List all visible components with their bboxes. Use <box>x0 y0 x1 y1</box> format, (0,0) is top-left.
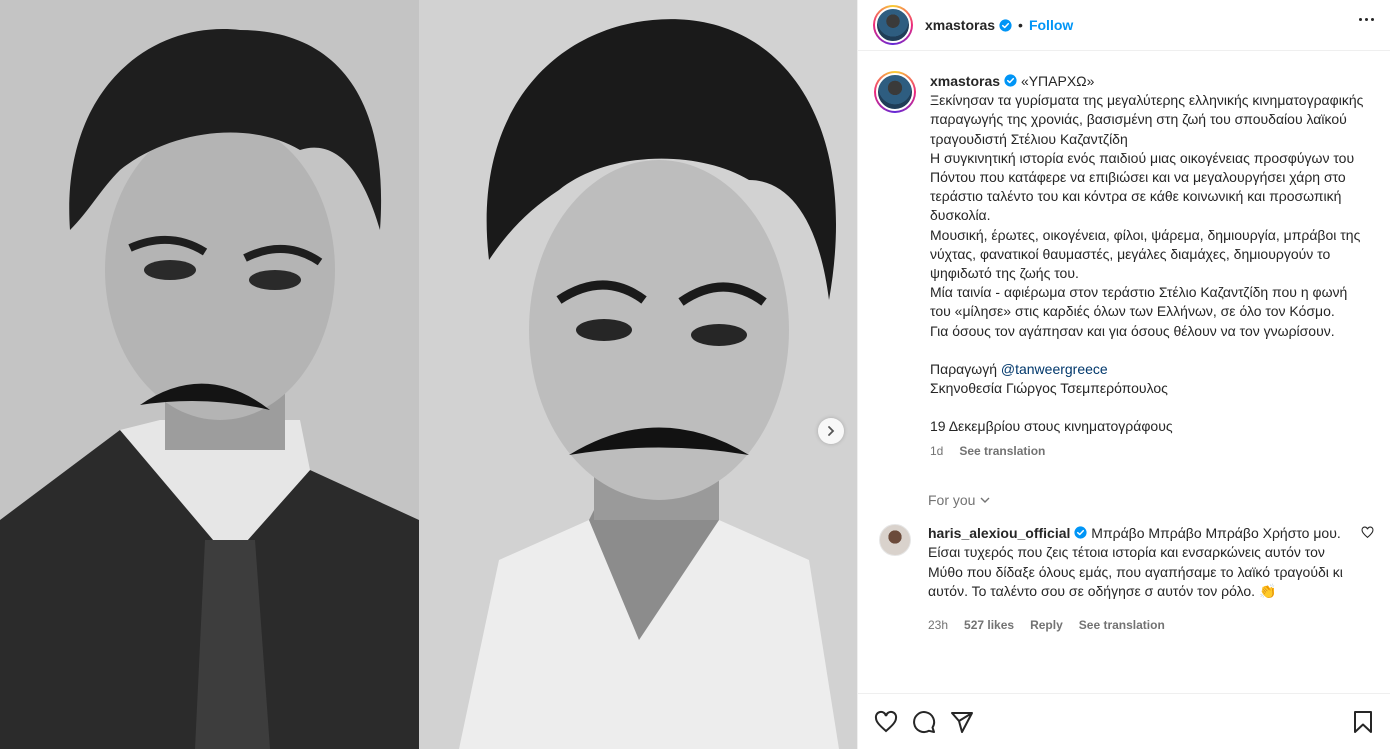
save-button[interactable] <box>1352 710 1374 739</box>
comment-item: haris_alexiou_official Μπράβο Μπράβο Μπρ… <box>874 523 1374 636</box>
caption-paragraph: Μουσική, έρωτες, οικογένεια, φίλοι, ψάρε… <box>930 226 1361 282</box>
comment-time: 23h <box>928 617 949 632</box>
clapping-emoji: 👏 <box>1258 583 1277 600</box>
direction-line: Σκηνοθεσία Γιώργος Τσεμπερόπουλος <box>930 380 1168 397</box>
caption-username[interactable]: xmastoras <box>930 73 1000 89</box>
comment-icon <box>913 710 936 733</box>
post-action-bar <box>858 693 1390 749</box>
caption-avatar[interactable] <box>874 71 916 113</box>
actor-portrait-photo <box>419 0 857 749</box>
post-side-panel: xmastoras • Follow xmastoras «ΥΠΑΡΧΩ» Ξε… <box>857 0 1390 749</box>
production-mention-link[interactable]: @tanweergreece <box>1001 361 1108 377</box>
comment-reply-button[interactable]: Reply <box>1030 616 1063 636</box>
author-avatar[interactable] <box>873 5 913 45</box>
next-arrow-icon <box>828 426 835 436</box>
caption-paragraph: Για όσους τον αγάπησαν και για όσους θέλ… <box>930 322 1335 339</box>
comment-see-translation-button[interactable]: See translation <box>1079 616 1165 636</box>
next-slide-button[interactable] <box>818 418 844 444</box>
follow-button[interactable]: Follow <box>1029 17 1073 33</box>
comment-like-button[interactable] <box>1361 526 1374 544</box>
heart-icon <box>874 710 898 732</box>
caption-see-translation-button[interactable]: See translation <box>959 442 1045 461</box>
comment-likes-button[interactable]: 527 likes <box>964 616 1014 636</box>
like-button[interactable] <box>874 710 898 734</box>
comment-button[interactable] <box>912 710 936 734</box>
caption-meta: 1d See translation <box>930 442 1368 461</box>
caption-time: 1d <box>930 444 944 459</box>
verified-icon <box>1074 526 1087 539</box>
production-line: Παραγωγή @tanweergreece <box>930 360 1368 379</box>
caption-paragraph: Η συγκινητική ιστορία ενός παιδιού μιας … <box>930 149 1355 224</box>
bookmark-icon <box>1354 711 1372 733</box>
post-media[interactable] <box>0 0 857 749</box>
commenter-username[interactable]: haris_alexiou_official <box>928 525 1070 541</box>
share-icon <box>951 711 973 733</box>
comment-body: haris_alexiou_official Μπράβο Μπράβο Μπρ… <box>928 524 1348 636</box>
for-you-label: For you <box>928 491 976 508</box>
caption: xmastoras «ΥΠΑΡΧΩ» Ξεκίνησαν τα γυρίσματ… <box>874 71 1374 462</box>
actor-portrait-drawing <box>419 0 857 749</box>
verified-icon <box>1004 74 1017 87</box>
commenter-avatar[interactable] <box>879 523 911 556</box>
more-icon <box>1359 18 1362 21</box>
author-username[interactable]: xmastoras <box>925 17 995 33</box>
caption-paragraph: Μία ταινία - αφιέρωμα στον τεράστιο Στέλ… <box>930 284 1348 320</box>
heart-icon <box>1361 526 1374 538</box>
verified-icon <box>999 18 1012 32</box>
caption-body: xmastoras «ΥΠΑΡΧΩ» Ξεκίνησαν τα γυρίσματ… <box>930 71 1368 462</box>
caption-paragraph: Ξεκίνησαν τα γυρίσματα της μεγαλύτερης ε… <box>930 92 1364 147</box>
share-button[interactable] <box>950 710 974 734</box>
author-info: xmastoras • Follow <box>925 17 1073 33</box>
more-options-button[interactable] <box>1359 18 1374 21</box>
post-header: xmastoras • Follow <box>858 0 1390 51</box>
archival-portrait-photo <box>0 0 419 749</box>
for-you-sort-button[interactable]: For you <box>928 492 1374 508</box>
comments-scroll-area[interactable]: xmastoras «ΥΠΑΡΧΩ» Ξεκίνησαν τα γυρίσματ… <box>858 51 1390 693</box>
caption-title: «ΥΠΑΡΧΩ» <box>1020 73 1095 89</box>
production-label: Παραγωγή <box>930 360 997 377</box>
release-line: 19 Δεκεμβρίου στους κινηματογράφους <box>930 418 1173 435</box>
archival-portrait-drawing <box>0 0 419 749</box>
instagram-post-modal: xmastoras • Follow xmastoras «ΥΠΑΡΧΩ» Ξε… <box>0 0 1390 749</box>
separator-dot: • <box>1018 17 1023 33</box>
chevron-down-icon <box>980 497 990 503</box>
comment-meta: 23h 527 likes Reply See translation <box>928 616 1348 636</box>
